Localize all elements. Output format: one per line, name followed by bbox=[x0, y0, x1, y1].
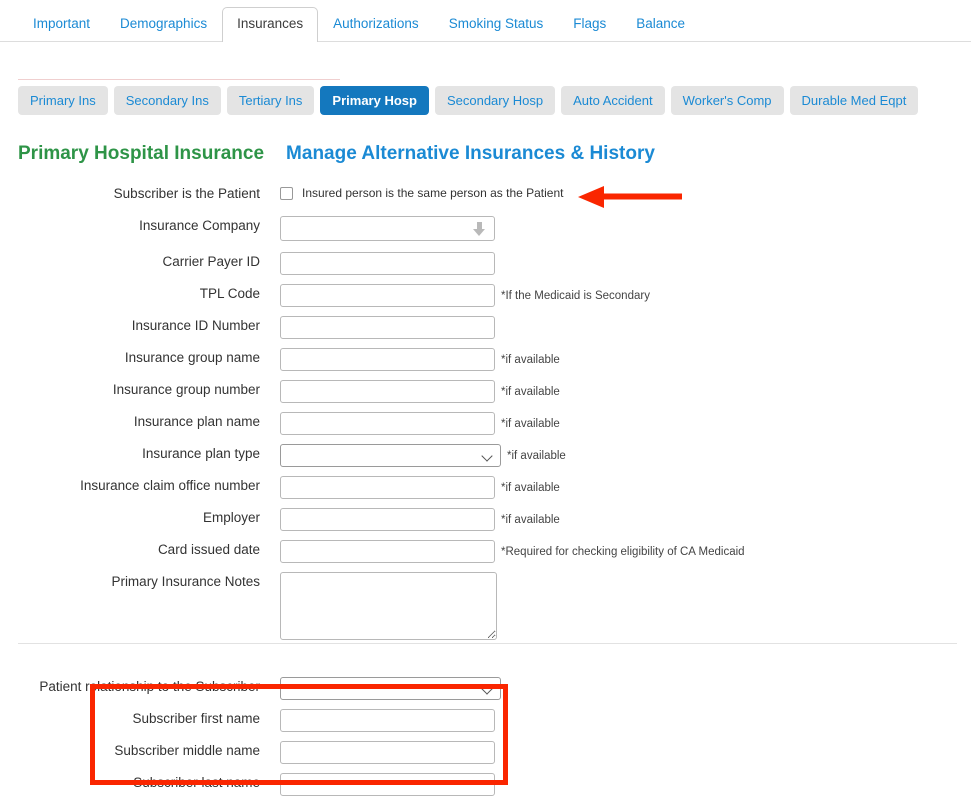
row-employer: Employer *if available bbox=[0, 508, 971, 540]
label-insurance-company: Insurance Company bbox=[139, 218, 260, 233]
label-subscriber-middle-name: Subscriber middle name bbox=[114, 743, 260, 758]
carrier-payer-id-input[interactable] bbox=[280, 252, 495, 275]
hint-insurance-plan-type: *if available bbox=[507, 450, 566, 462]
tab-authorizations[interactable]: Authorizations bbox=[318, 7, 434, 41]
label-insurance-id-number: Insurance ID Number bbox=[131, 318, 260, 333]
section-header: Primary Hospital Insurance Manage Altern… bbox=[18, 143, 655, 165]
row-insurance-group-number: Insurance group number *if available bbox=[0, 380, 971, 412]
insurance-group-number-input[interactable] bbox=[280, 380, 495, 403]
hint-insurance-group-name: *if available bbox=[501, 354, 560, 366]
row-subscriber-middle-name: Subscriber middle name bbox=[0, 741, 971, 773]
primary-insurance-notes-textarea[interactable] bbox=[280, 572, 497, 640]
insurance-plan-name-input[interactable] bbox=[280, 412, 495, 435]
row-subscriber-is-patient: Subscriber is the Patient Insured person… bbox=[0, 184, 971, 216]
label-insurance-group-number: Insurance group number bbox=[112, 382, 260, 397]
pink-divider bbox=[18, 79, 340, 80]
subtab-secondary-hosp[interactable]: Secondary Hosp bbox=[434, 86, 556, 115]
tab-insurances[interactable]: Insurances bbox=[222, 7, 319, 42]
subscriber-is-patient-checkbox-label: Insured person is the same person as the… bbox=[302, 186, 564, 200]
row-insurance-group-name: Insurance group name *if available bbox=[0, 348, 971, 380]
hint-insurance-plan-name: *if available bbox=[501, 418, 560, 430]
label-primary-insurance-notes: Primary Insurance Notes bbox=[111, 574, 260, 589]
subscriber-middle-name-input[interactable] bbox=[280, 741, 495, 764]
tab-flags[interactable]: Flags bbox=[558, 7, 621, 41]
label-insurance-claim-office-number: Insurance claim office number bbox=[80, 478, 260, 493]
subscriber-first-name-input[interactable] bbox=[280, 709, 495, 732]
label-patient-relationship: Patient relationship to the Subscriber bbox=[39, 679, 260, 694]
card-issued-date-input[interactable] bbox=[280, 540, 495, 563]
subtab-workers-comp[interactable]: Worker's Comp bbox=[670, 86, 784, 115]
hint-employer: *if available bbox=[501, 514, 560, 526]
hint-insurance-group-number: *if available bbox=[501, 386, 560, 398]
insurance-group-name-input[interactable] bbox=[280, 348, 495, 371]
label-insurance-plan-type: Insurance plan type bbox=[142, 446, 260, 461]
subtab-secondary-ins[interactable]: Secondary Ins bbox=[113, 86, 221, 115]
row-tpl-code: TPL Code *If the Medicaid is Secondary bbox=[0, 284, 971, 316]
subscriber-is-patient-checkbox[interactable] bbox=[280, 187, 293, 200]
insurance-subtab-bar: Primary Ins Secondary Ins Tertiary Ins P… bbox=[18, 86, 919, 115]
row-insurance-plan-name: Insurance plan name *if available bbox=[0, 412, 971, 444]
subtab-primary-hosp[interactable]: Primary Hosp bbox=[320, 86, 429, 115]
insurance-company-combobox[interactable] bbox=[280, 216, 495, 241]
insurance-id-number-input[interactable] bbox=[280, 316, 495, 339]
manage-alternative-insurances-link[interactable]: Manage Alternative Insurances & History bbox=[286, 143, 655, 165]
row-insurance-plan-type: Insurance plan type *if available bbox=[0, 444, 971, 476]
row-insurance-id-number: Insurance ID Number bbox=[0, 316, 971, 348]
subtab-primary-ins[interactable]: Primary Ins bbox=[18, 86, 108, 115]
row-carrier-payer-id: Carrier Payer ID bbox=[0, 252, 971, 284]
row-patient-relationship: Patient relationship to the Subscriber bbox=[0, 677, 971, 709]
primary-hospital-insurance-form: Subscriber is the Patient Insured person… bbox=[0, 184, 971, 805]
label-subscriber-first-name: Subscriber first name bbox=[132, 711, 260, 726]
label-card-issued-date: Card issued date bbox=[157, 542, 260, 557]
section-divider bbox=[18, 643, 957, 644]
employer-input[interactable] bbox=[280, 508, 495, 531]
subtab-durable-med-eqpt[interactable]: Durable Med Eqpt bbox=[789, 86, 919, 115]
page-title: Primary Hospital Insurance bbox=[18, 143, 265, 164]
patient-relationship-select[interactable] bbox=[280, 677, 501, 700]
label-carrier-payer-id: Carrier Payer ID bbox=[162, 254, 260, 269]
tpl-code-input[interactable] bbox=[280, 284, 495, 307]
insurance-claim-office-number-input[interactable] bbox=[280, 476, 495, 499]
subtab-auto-accident[interactable]: Auto Accident bbox=[561, 86, 665, 115]
tab-demographics[interactable]: Demographics bbox=[105, 7, 222, 41]
tab-important[interactable]: Important bbox=[18, 7, 105, 41]
row-insurance-company: Insurance Company bbox=[0, 216, 971, 252]
hint-tpl-code: *If the Medicaid is Secondary bbox=[501, 290, 650, 302]
chevron-down-icon bbox=[473, 222, 486, 237]
insurance-plan-type-select[interactable] bbox=[280, 444, 501, 467]
main-tab-bar: Important Demographics Insurances Author… bbox=[0, 0, 971, 42]
row-subscriber-last-name: Subscriber last name bbox=[0, 773, 971, 805]
label-subscriber-last-name: Subscriber last name bbox=[133, 775, 260, 790]
tab-balance[interactable]: Balance bbox=[621, 7, 700, 41]
hint-insurance-claim-office-number: *if available bbox=[501, 482, 560, 494]
row-insurance-claim-office-number: Insurance claim office number *if availa… bbox=[0, 476, 971, 508]
label-insurance-group-name: Insurance group name bbox=[124, 350, 260, 365]
subtab-tertiary-ins[interactable]: Tertiary Ins bbox=[226, 86, 315, 115]
label-employer: Employer bbox=[202, 510, 260, 525]
label-insurance-plan-name: Insurance plan name bbox=[133, 414, 260, 429]
label-tpl-code: TPL Code bbox=[199, 286, 260, 301]
row-subscriber-first-name: Subscriber first name bbox=[0, 709, 971, 741]
label-subscriber-is-patient: Subscriber is the Patient bbox=[113, 186, 260, 201]
row-card-issued-date: Card issued date *Required for checking … bbox=[0, 540, 971, 572]
tab-smoking-status[interactable]: Smoking Status bbox=[434, 7, 559, 41]
hint-card-issued-date: *Required for checking eligibility of CA… bbox=[501, 546, 745, 558]
